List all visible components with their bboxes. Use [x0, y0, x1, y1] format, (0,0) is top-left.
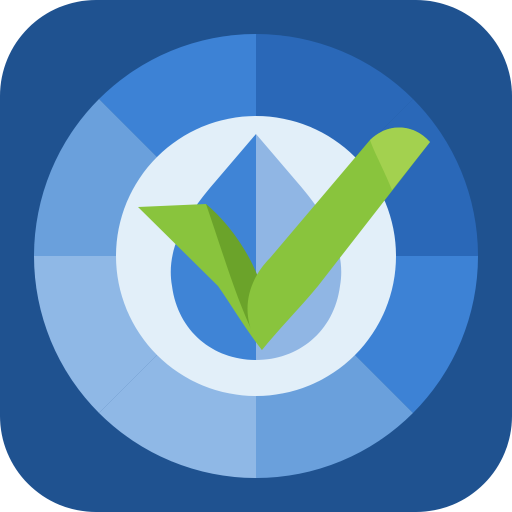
app-icon — [0, 0, 512, 512]
app-icon-graphic — [0, 0, 512, 512]
